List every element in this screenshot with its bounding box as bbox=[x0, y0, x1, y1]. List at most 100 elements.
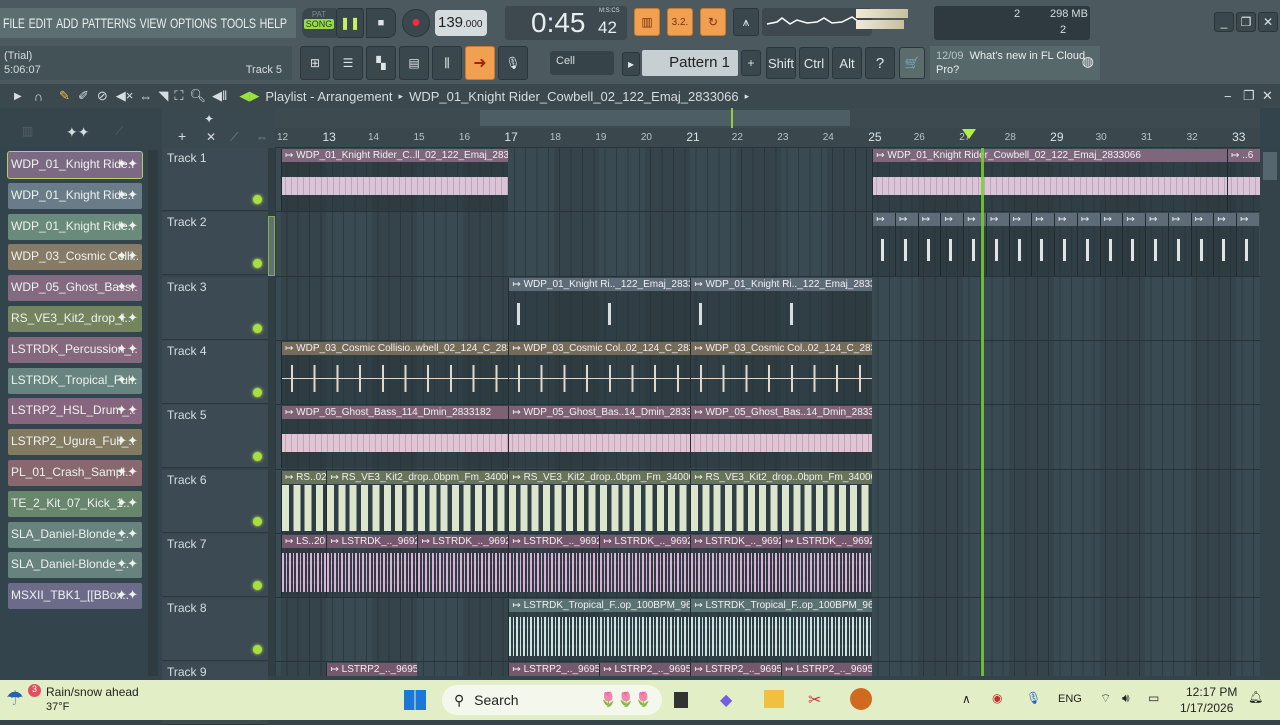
audio-clip-icon[interactable]: ✦ bbox=[204, 112, 214, 126]
playlist-button[interactable]: ▤ bbox=[399, 46, 429, 80]
automation-icon[interactable]: ⟋ bbox=[230, 130, 238, 145]
picker-item[interactable]: WDP_03_Cosmic Colli.. ✦✦ bbox=[8, 244, 142, 271]
minimize-button[interactable]: _ bbox=[1214, 12, 1234, 32]
clip-menu-icon[interactable]: ↦ bbox=[1217, 214, 1225, 225]
copilot-icon[interactable]: ◆ bbox=[720, 690, 732, 710]
plugin-picker-button[interactable]: ➜ bbox=[465, 46, 495, 80]
track-enable-toggle[interactable] bbox=[253, 259, 262, 269]
audio-clip[interactable]: ↦ ..6 bbox=[1226, 149, 1260, 212]
battery-icon[interactable]: ▭ bbox=[1148, 691, 1159, 705]
timeline-ruler[interactable]: 12 13 14 15 16 17 18 19 20 21 22 23 24 25 26 27 28 29 30 31… bbox=[275, 128, 1260, 148]
track-enable-toggle[interactable] bbox=[253, 645, 262, 655]
clip-menu-icon[interactable]: ↦ bbox=[330, 536, 338, 547]
audio-input-button[interactable]: 🎙 bbox=[498, 46, 528, 80]
stop-button[interactable]: ■ bbox=[366, 8, 396, 38]
add-pattern-button[interactable]: + bbox=[741, 50, 761, 76]
track-scroll-thumb[interactable] bbox=[268, 216, 275, 276]
audio-clip[interactable]: ↦ WDP_01_Knight Ri.._122_Emaj_2833069 bbox=[508, 277, 691, 340]
clock-time[interactable]: 12:17 PM bbox=[1186, 685, 1237, 699]
clip-header[interactable]: ↦ WDP_01_Knight Ri.._122_Emaj_2833069 bbox=[509, 277, 691, 291]
clip-header[interactable]: ↦ LSTRDK_Tropical_F..op_100BPM_969176 bbox=[691, 599, 873, 613]
clip-header[interactable]: ↦ RS_VE3_Kit2_drop..0bpm_Fm_3400002 bbox=[509, 470, 691, 484]
audio-clip[interactable]: ↦ LS..205 bbox=[281, 534, 327, 598]
audio-clip[interactable]: ↦ LSTRDK_.._969205 bbox=[781, 534, 873, 598]
audio-clip[interactable]: ↦ LSTRDK_Tropical_F..op_100BPM_969176 bbox=[508, 599, 691, 662]
picker-item[interactable]: WDP_01_Knight Ride.. ✦✦ bbox=[8, 182, 142, 209]
clip-menu-icon[interactable]: ↦ bbox=[785, 536, 793, 547]
audio-clip[interactable]: ↦ bbox=[985, 213, 1009, 276]
picker-item[interactable]: RS_VE3_Kit2_drop_l.. ✦✦ bbox=[8, 306, 142, 332]
clip-menu-icon[interactable]: ↦ bbox=[1195, 214, 1203, 225]
clip-header[interactable]: ↦ WDP_05_Ghost_Bass_114_Dmin_2833182 bbox=[282, 406, 509, 420]
audio-clip[interactable]: ↦ RS_VE3_Kit2_drop..0bpm_Fm_3400002 bbox=[326, 470, 509, 533]
clip-header[interactable]: ↦ WDP_03_Cosmic Col..02_124_C_2833147 bbox=[509, 341, 691, 355]
track-enable-toggle[interactable] bbox=[253, 452, 262, 462]
clip-header[interactable]: ↦ bbox=[986, 213, 1009, 227]
clip-header[interactable]: ↦ WDP_03_Cosmic Collisio..wbell_02_124_C… bbox=[282, 341, 509, 355]
audio-clip[interactable]: ↦ LSTRP2_.._969527 bbox=[781, 663, 873, 676]
clip-menu-icon[interactable]: ↦ bbox=[990, 214, 998, 225]
close-button[interactable]: ✕ bbox=[1258, 12, 1278, 32]
clip-menu-icon[interactable]: ↦ bbox=[922, 214, 930, 225]
automation-icon[interactable]: ⟋ bbox=[115, 124, 123, 139]
audio-clip[interactable]: ↦ bbox=[1054, 213, 1077, 276]
snap-selector[interactable]: Cell bbox=[550, 51, 614, 75]
menu-edit[interactable]: EDIT bbox=[29, 15, 53, 31]
playback-tool-icon[interactable]: ◀‖ bbox=[212, 88, 227, 104]
scroll-thumb[interactable] bbox=[480, 110, 850, 126]
clip-menu-icon[interactable]: ↦ bbox=[694, 279, 702, 290]
audio-clip[interactable]: ↦ bbox=[1099, 213, 1123, 276]
pattern-prev-button[interactable]: ▸ bbox=[622, 52, 640, 76]
audio-clip[interactable]: ↦ bbox=[1213, 213, 1237, 276]
playlist-close-button[interactable]: ✕ bbox=[1262, 88, 1273, 104]
slice-tool-icon[interactable]: ◥ bbox=[158, 88, 168, 104]
audio-clip[interactable]: ↦ LSTRDK_.._969205 bbox=[417, 534, 509, 598]
overview-scrollbar[interactable] bbox=[275, 108, 1260, 128]
clip-menu-icon[interactable]: ↦ bbox=[1081, 214, 1089, 225]
current-pattern[interactable]: WDP_01_Knight Rider_Cowbell_02_122_Emaj_… bbox=[409, 89, 739, 104]
clip-menu-icon[interactable]: ↦ bbox=[603, 536, 611, 547]
audio-clip[interactable]: ↦ LSTRP2_.._969527 bbox=[326, 663, 418, 676]
start-icon[interactable] bbox=[404, 690, 426, 710]
clip-menu-icon[interactable]: ↦ bbox=[512, 279, 520, 290]
audio-clip[interactable]: ↦ bbox=[1190, 213, 1214, 276]
picker-item[interactable]: SLA_Daniel-Blonde_.. ✦✦ bbox=[8, 552, 142, 579]
picker-item[interactable]: PL_01_Crash_Sampl.. ✦✦ bbox=[8, 460, 142, 486]
clip-menu-icon[interactable]: ↦ bbox=[421, 536, 429, 547]
news-panel[interactable]: 12/09 What's new in FL Cloud Pro? ◍ bbox=[930, 46, 1100, 80]
clip-header[interactable]: ↦ LSTRP2_.._969527 bbox=[327, 663, 418, 676]
alt-button[interactable]: Alt bbox=[832, 47, 862, 79]
menu-add[interactable]: ADD bbox=[56, 15, 78, 31]
audio-clip[interactable]: ↦ bbox=[1167, 213, 1191, 276]
picker-item[interactable]: SLA_Daniel-Blonde_.. ✦✦ bbox=[8, 521, 142, 548]
clip-menu-icon[interactable]: ↦ bbox=[694, 472, 702, 483]
clip-header[interactable]: ↦ bbox=[1191, 213, 1214, 227]
playlist-minimize-button[interactable]: − bbox=[1224, 89, 1232, 104]
audio-clip[interactable]: ↦ LSTRP2_.._969527 bbox=[508, 663, 600, 676]
clip-menu-icon[interactable]: ↦ bbox=[899, 214, 907, 225]
audio-clip[interactable]: ↦ bbox=[894, 213, 918, 276]
zoom-tool-icon[interactable]: 🔍︎ bbox=[189, 88, 206, 104]
paint-tool-icon[interactable]: ✐ bbox=[78, 88, 89, 104]
fl-studio-icon[interactable] bbox=[850, 688, 872, 710]
notification-bell-icon[interactable]: 🔔︎ bbox=[1248, 690, 1263, 704]
clip-menu-icon[interactable]: ↦ bbox=[967, 214, 975, 225]
audio-clip[interactable]: ↦ bbox=[1145, 213, 1168, 276]
clip-header[interactable]: ↦ bbox=[1100, 213, 1123, 227]
clip-menu-icon[interactable]: ↦ bbox=[694, 343, 702, 354]
audio-clip[interactable]: ↦ bbox=[917, 213, 941, 276]
clip-menu-icon[interactable]: ↦ bbox=[876, 214, 884, 225]
clip-menu-icon[interactable]: ↦ bbox=[944, 214, 952, 225]
clip-menu-icon[interactable]: ↦ bbox=[694, 536, 702, 547]
picker-item[interactable]: TE_2_Kit_07_Kick_1.. ✦✦ bbox=[8, 490, 142, 517]
clip-header[interactable]: ↦ LSTRDK_.._969205 bbox=[327, 534, 418, 548]
clip-menu-icon[interactable]: ↦ bbox=[1126, 214, 1134, 225]
clip-header[interactable]: ↦ WDP_05_Ghost_Bas..14_Dmin_2833182 bbox=[509, 406, 691, 420]
ctrl-button[interactable]: Ctrl bbox=[799, 47, 829, 79]
picker-item[interactable]: LSTRP2_Ugura_Full_.. ✦✦ bbox=[8, 429, 142, 456]
maximize-button[interactable]: ❐ bbox=[1236, 12, 1256, 32]
audio-clip[interactable]: ↦ WDP_05_Ghost_Bas..14_Dmin_2833182 bbox=[508, 406, 691, 469]
audio-clip[interactable]: ↦ WDP_01_Knight Rider_C..ll_02_122_Emaj_… bbox=[281, 149, 509, 212]
typing-keyboard-button[interactable]: ▥ bbox=[634, 8, 660, 36]
clip-menu-icon[interactable]: ↦ bbox=[330, 664, 338, 675]
